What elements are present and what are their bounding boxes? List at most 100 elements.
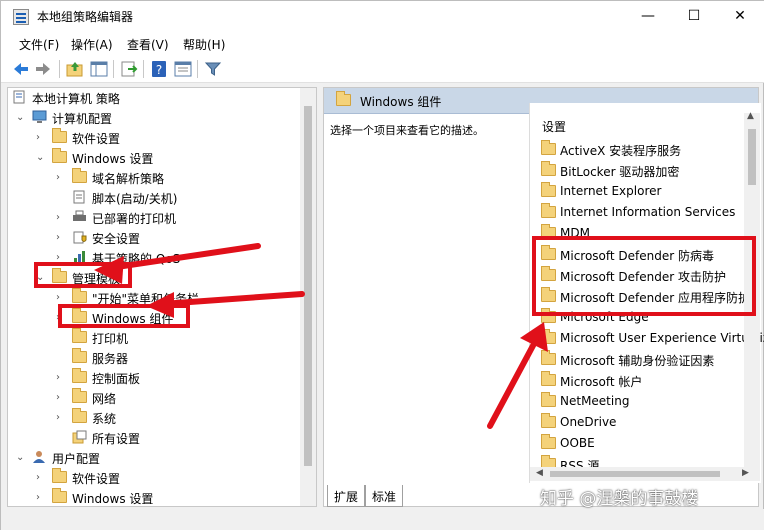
menu-action[interactable]: 操作(A)	[71, 36, 113, 53]
tree-label: 控制面板	[92, 372, 141, 386]
security-icon	[73, 231, 87, 244]
chevron-right-icon[interactable]: ›	[56, 232, 60, 243]
toolbar: ?	[1, 55, 764, 83]
folder-icon	[541, 182, 556, 197]
gpedit-app-icon	[13, 9, 29, 25]
chevron-down-icon[interactable]: ⌄	[16, 452, 24, 463]
settings-item-label: Microsoft 帐户	[560, 375, 643, 389]
tree-pane: 本地计算机 策略 ⌄ 计算机配置 › 软件设置 ⌄ Windows 设置 › 域…	[7, 87, 317, 507]
chevron-right-icon[interactable]: ›	[56, 412, 60, 423]
svg-text:?: ?	[156, 63, 162, 77]
maximize-button[interactable]: ☐	[671, 1, 717, 33]
chevron-right-icon[interactable]: ›	[36, 492, 40, 503]
toolbar-separator	[143, 60, 144, 78]
settings-hscrollbar[interactable]: ◀ ▶	[530, 467, 760, 481]
folder-icon	[541, 329, 556, 344]
menu-file[interactable]: 文件(F)	[19, 36, 59, 53]
title-bar: 本地组策略编辑器 — ☐ ✕	[1, 1, 764, 33]
toolbar-separator	[197, 60, 198, 78]
chevron-right-icon[interactable]: ›	[56, 292, 60, 303]
folder-icon	[541, 350, 556, 365]
folder-icon	[72, 288, 87, 303]
chevron-right-icon[interactable]: ›	[56, 172, 60, 183]
minimize-button[interactable]: —	[625, 1, 671, 33]
up-folder-icon[interactable]	[65, 59, 85, 79]
tree-label: 安全设置	[92, 232, 141, 246]
settings-item-label: ActiveX 安装程序服务	[560, 144, 682, 158]
menu-help[interactable]: 帮助(H)	[183, 36, 225, 53]
folder-icon	[52, 488, 67, 503]
chevron-down-icon[interactable]: ⌄	[36, 152, 44, 163]
toolbar-separator	[113, 60, 114, 78]
settings-item-label: BitLocker 驱动器加密	[560, 165, 680, 179]
back-icon[interactable]	[11, 59, 31, 79]
folder-icon	[52, 148, 67, 163]
highlight-box-admin-templates	[34, 262, 132, 288]
tree-label: Windows 设置	[72, 492, 154, 506]
folder-icon	[52, 128, 67, 143]
tree-label: 计算机配置	[52, 112, 113, 126]
description-text: 选择一个项目来查看它的描述。	[330, 124, 484, 137]
folder-icon	[72, 368, 87, 383]
properties-icon[interactable]	[173, 59, 193, 79]
menu-view[interactable]: 查看(V)	[127, 36, 169, 53]
filter-icon[interactable]	[203, 59, 223, 79]
export-list-icon[interactable]	[119, 59, 139, 79]
settings-item-label: OneDrive	[560, 415, 617, 429]
status-bar	[1, 509, 764, 530]
folder-icon	[336, 91, 351, 106]
tree-scrollbar[interactable]	[300, 88, 316, 506]
settings-column-header[interactable]: 设置	[542, 118, 566, 135]
folder-icon	[541, 203, 556, 218]
tree-label: 系统	[92, 412, 117, 426]
highlight-box-windows-components	[58, 304, 190, 328]
show-hide-tree-icon[interactable]	[89, 59, 109, 79]
chevron-right-icon[interactable]: ›	[36, 472, 40, 483]
close-button[interactable]: ✕	[717, 1, 763, 33]
settings-scroll-thumb[interactable]	[748, 129, 756, 185]
folder-icon	[72, 348, 87, 363]
folder-icon	[72, 168, 87, 183]
chevron-right-icon[interactable]: ›	[56, 212, 60, 223]
user-icon	[33, 451, 45, 463]
chevron-down-icon[interactable]: ⌄	[16, 112, 24, 123]
tree-scroll-thumb[interactable]	[304, 106, 312, 466]
tree-label: 用户配置	[52, 452, 101, 466]
folder-icon	[541, 161, 556, 176]
folder-icon	[72, 328, 87, 343]
view-tabs: 扩展 标准	[323, 485, 553, 507]
folder-icon	[541, 413, 556, 428]
folder-icon	[541, 371, 556, 386]
settings-item-label: OOBE	[560, 436, 595, 450]
chevron-right-icon[interactable]: ›	[36, 132, 40, 143]
settings-item-label: Internet Explorer	[560, 184, 662, 198]
scroll-up-arrow-icon[interactable]: ▲	[747, 111, 754, 121]
tree-label: 脚本(启动/关机)	[92, 192, 178, 206]
scroll-right-arrow-icon[interactable]: ▶	[742, 468, 749, 478]
folder-icon	[541, 434, 556, 449]
forward-icon[interactable]	[33, 59, 53, 79]
policy-document-icon	[13, 90, 25, 104]
tree-label: Windows 设置	[72, 152, 154, 166]
help-icon[interactable]: ?	[149, 59, 169, 79]
toolbar-separator	[59, 60, 60, 78]
settings-hscroll-thumb[interactable]	[550, 471, 720, 477]
tab-extended[interactable]: 扩展	[327, 485, 366, 507]
settings-item-label: Microsoft 辅助身份验证因素	[560, 354, 715, 368]
tree-label: 打印机	[92, 332, 129, 346]
chevron-right-icon[interactable]: ›	[56, 372, 60, 383]
settings-item-label: Internet Information Services	[560, 205, 736, 219]
tree-label: 本地计算机 策略	[32, 92, 120, 106]
watermark-text: 知乎 @涅槃的事鼓楼	[540, 489, 699, 509]
tree-label: 服务器	[92, 352, 129, 366]
folder-icon	[541, 392, 556, 407]
window-title: 本地组策略编辑器	[37, 10, 134, 24]
tree-label: 域名解析策略	[92, 172, 165, 186]
tab-standard[interactable]: 标准	[365, 485, 404, 507]
chevron-right-icon[interactable]: ›	[56, 392, 60, 403]
menu-bar: 文件(F) 操作(A) 查看(V) 帮助(H)	[1, 33, 764, 55]
printer-icon	[73, 210, 86, 221]
scroll-left-arrow-icon[interactable]: ◀	[536, 468, 543, 478]
settings-item-label: Microsoft User Experience Virtualization	[560, 331, 764, 345]
highlight-box-defender-items	[532, 236, 756, 316]
